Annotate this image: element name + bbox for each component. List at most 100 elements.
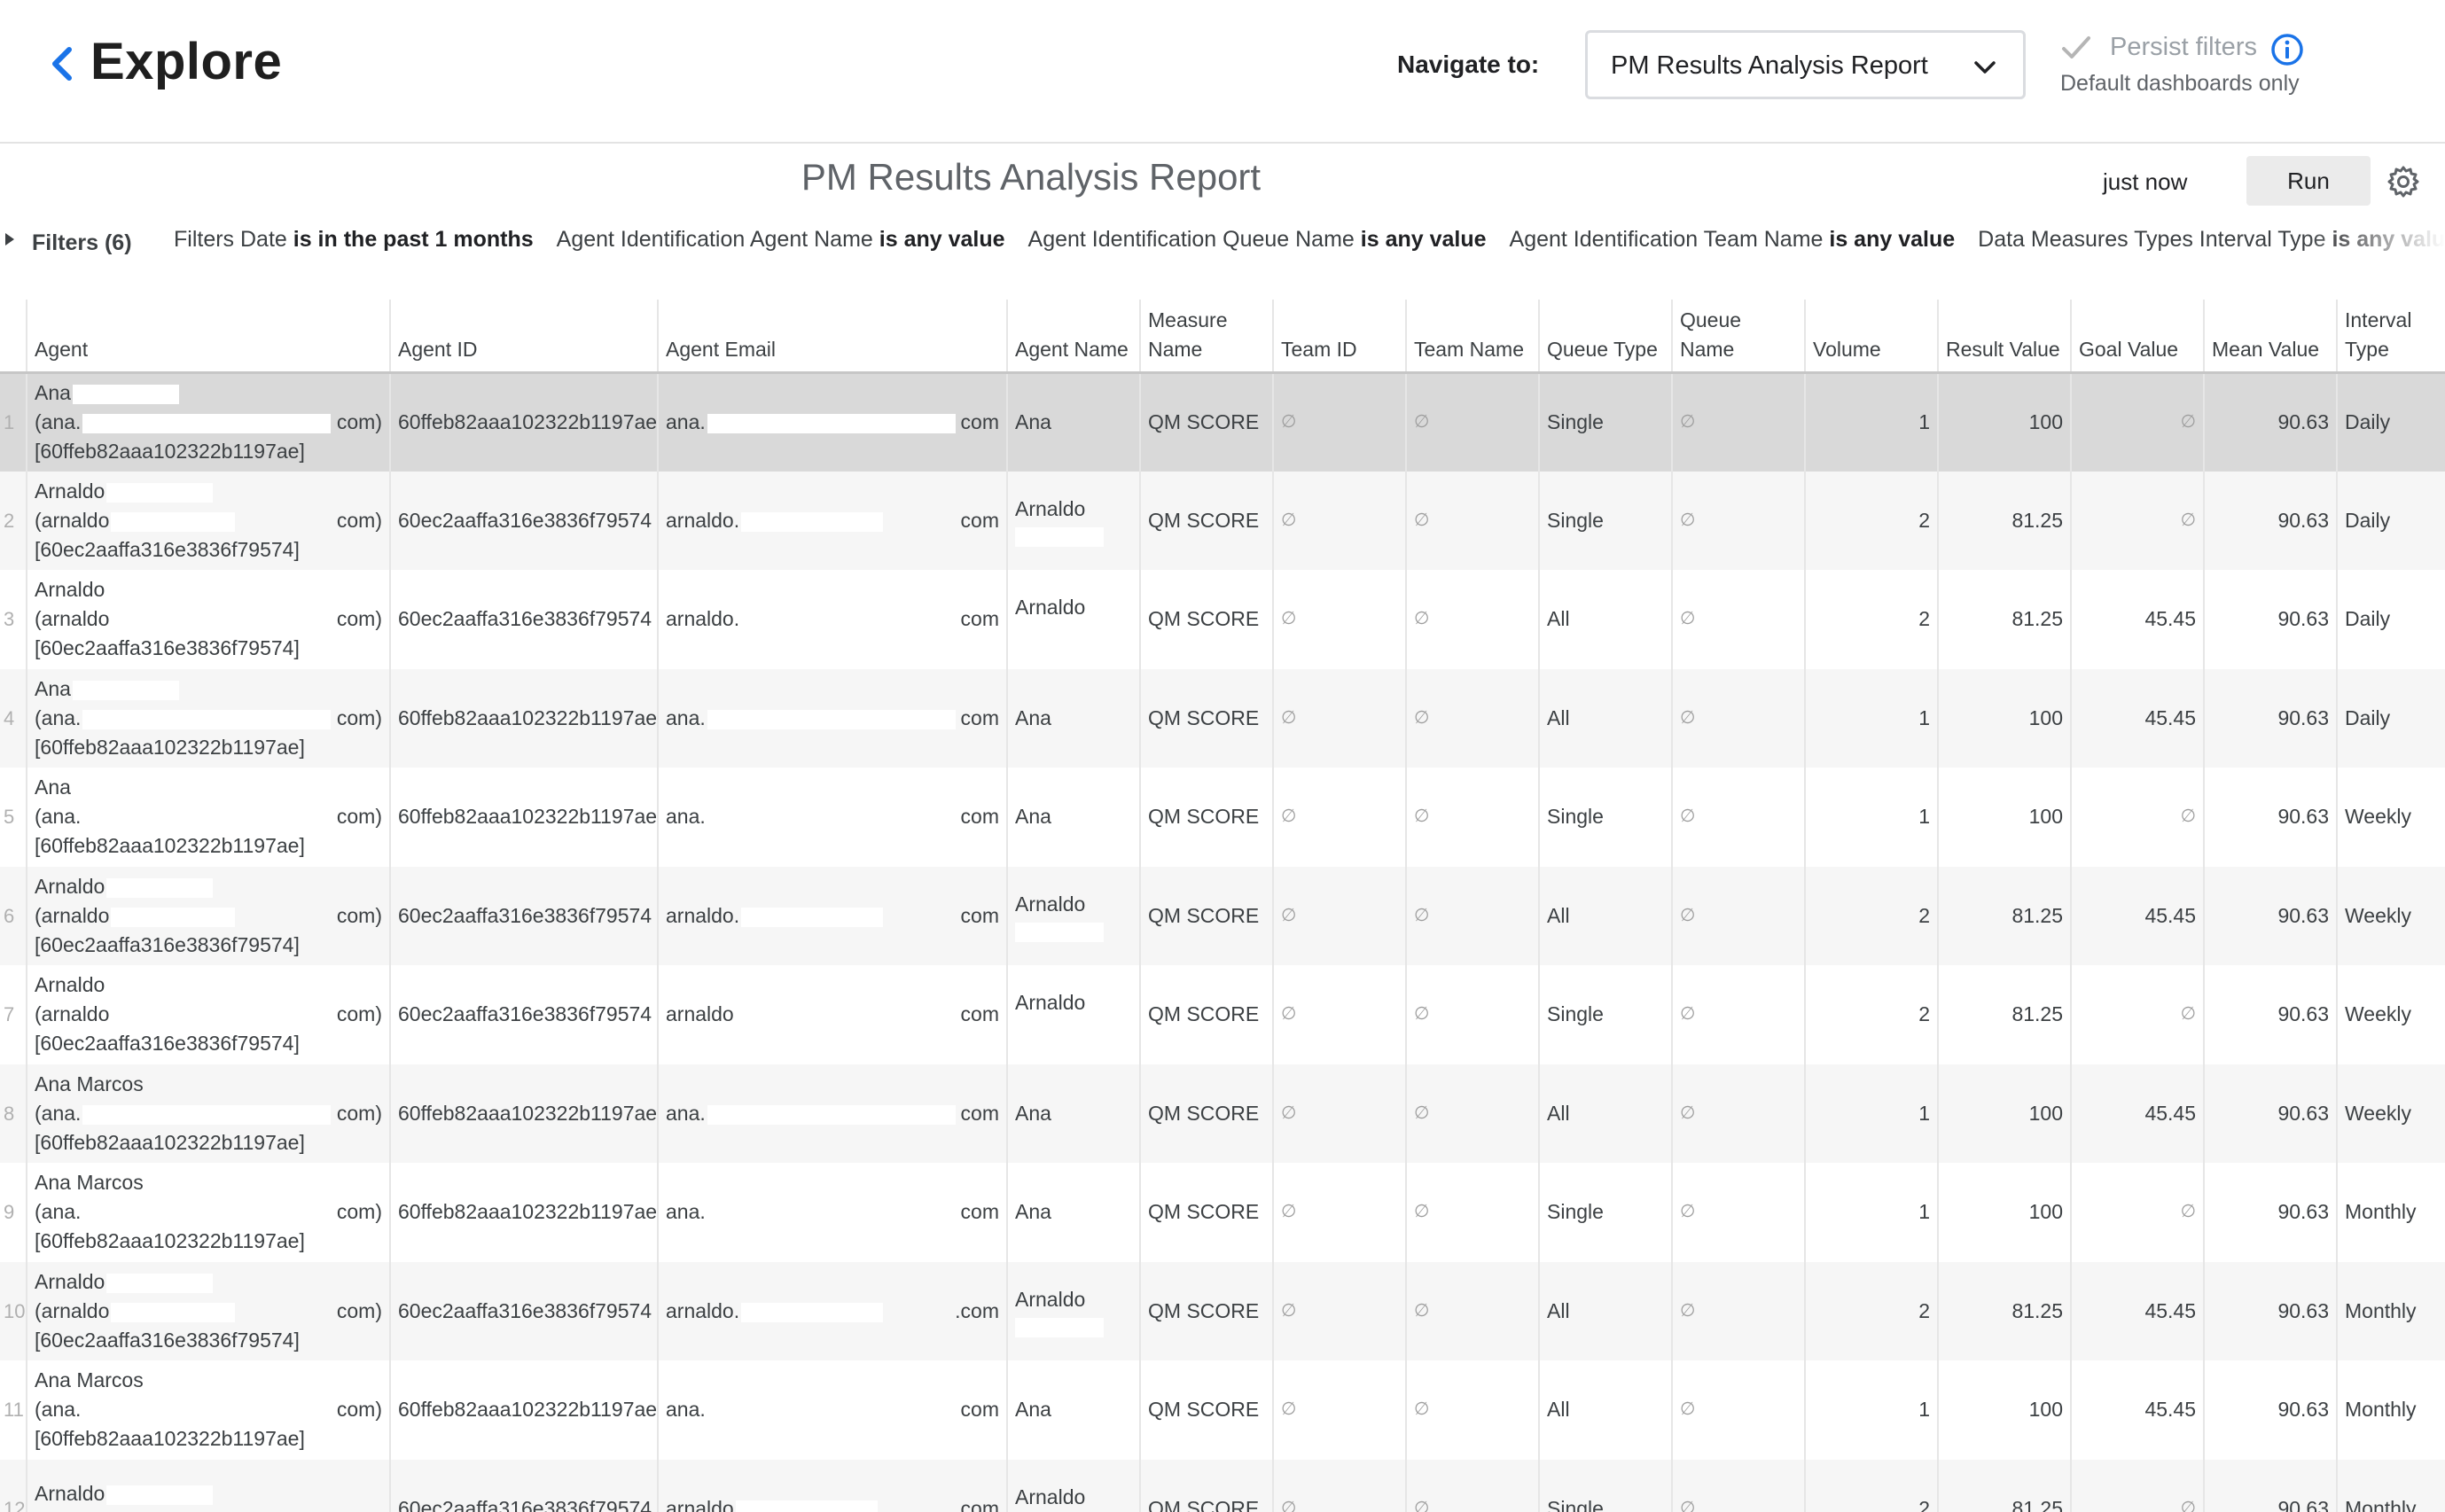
table-row[interactable]: 2 Arnaldo (arnaldo com) [60ec2aaffa316e3836f…: [0, 471, 2445, 570]
null-value-cell: ∅: [1671, 768, 1805, 867]
column-header[interactable]: Mean Value: [2203, 300, 2337, 374]
agent-name-cell: Ana: [1006, 372, 1140, 472]
table-row[interactable]: 5 Ana (ana. com) [60ffeb82aaa102322b1197ae] 6…: [0, 768, 2445, 867]
agent-name-cell: Arnaldo: [1006, 570, 1140, 669]
agent-email-domain: com: [960, 1002, 999, 1026]
column-header[interactable]: Agent Name: [1006, 300, 1140, 374]
mean-value-cell: 90.63: [2203, 1064, 2337, 1163]
checkmark-icon[interactable]: [2058, 30, 2094, 66]
null-value-cell: ∅: [1405, 1360, 1539, 1460]
null-value-cell: ∅: [1671, 1261, 1805, 1360]
queue-type-cell: Single: [1538, 471, 1672, 570]
agent-email-cell: ana. com: [657, 768, 1007, 867]
filter-chip[interactable]: Agent Identification Queue Name is any v…: [1028, 227, 1487, 253]
column-header[interactable]: Measure Name: [1139, 300, 1273, 374]
agent-cell: Ana Marcos (ana. com) [60ffeb82aaa102322b11…: [26, 1360, 390, 1460]
table-row[interactable]: 4 Ana (ana. com) [60ffeb82aaa102322b1197ae] 6…: [0, 668, 2445, 768]
redaction-mask: [735, 1006, 878, 1026]
table-row[interactable]: 6 Arnaldo (arnaldo com) [60ec2aaffa316e3836f…: [0, 866, 2445, 965]
mean-value-cell: 90.63: [2203, 471, 2337, 570]
filter-operator: is any value: [1829, 227, 1956, 252]
column-header[interactable]: Team Name: [1405, 300, 1539, 374]
agent-email-line: (ana. com): [35, 1395, 382, 1424]
column-header[interactable]: Agent ID: [389, 300, 658, 374]
row-number: 8: [0, 1064, 27, 1163]
column-header[interactable]: Agent Email: [657, 300, 1007, 374]
volume-cell: 1: [1804, 768, 1938, 867]
filter-chip[interactable]: Agent Identification Team Name is any va…: [1510, 227, 1956, 253]
agent-id-line: [60ec2aaffa316e3836f79574]: [35, 1328, 300, 1352]
agent-email-domain: com: [960, 508, 999, 532]
mean-value-cell: 90.63: [2203, 372, 2337, 472]
column-header[interactable]: Goal Value: [2070, 300, 2204, 374]
back-arrow-icon[interactable]: [44, 39, 80, 89]
column-header[interactable]: Result Value: [1937, 300, 2071, 374]
agent-id-cell: 60ec2aaffa316e3836f79574: [389, 965, 658, 1064]
redaction-mask: [111, 511, 236, 532]
null-value-cell: ∅: [1405, 668, 1539, 768]
agent-email-suffix: com): [336, 805, 382, 829]
agent-email-user: arnaldo.: [666, 508, 740, 532]
redaction-mask: [741, 1302, 884, 1322]
agent-name-text: Ana: [1015, 1101, 1051, 1125]
redaction-mask: [741, 511, 884, 532]
table-row[interactable]: 3 Arnaldo (arnaldo com) [60ec2aaffa316e3836f…: [0, 570, 2445, 669]
agent-display-name-text: Ana Marcos: [35, 1368, 144, 1392]
agent-email-prefix: (ana.: [35, 410, 82, 433]
queue-type-cell: All: [1538, 1360, 1672, 1460]
filter-chip[interactable]: Data Measures Types Interval Type is any…: [1978, 227, 2445, 253]
result-value-cell: 81.25: [1937, 1261, 2071, 1360]
gear-icon[interactable]: [2386, 165, 2420, 199]
agent-email-cell: ana. com: [657, 1163, 1007, 1262]
chevron-down-icon: [1974, 61, 1996, 74]
results-table-container[interactable]: Agent Agent ID Agent Email Agent Name Measur…: [0, 300, 2445, 1512]
null-value-cell: ∅: [1671, 965, 1805, 1064]
result-value-cell: 100: [1937, 1064, 2071, 1163]
column-header[interactable]: Volume: [1804, 300, 1938, 374]
interval-type-cell: Daily: [2336, 570, 2445, 669]
measure-name-cell: QM SCORE: [1139, 570, 1273, 669]
volume-cell: 1: [1804, 1360, 1938, 1460]
mean-value-cell: 90.63: [2203, 668, 2337, 768]
table-row[interactable]: 12 Arnaldo (arnaldocom) 60ec2aaffa316e3836f…: [0, 1459, 2445, 1512]
table-row[interactable]: 9 Ana Marcos (ana. com) [60ffeb82aaa102322b1…: [0, 1163, 2445, 1262]
table-row[interactable]: 10 Arnaldo (arnaldo com) [60ec2aaffa316e3836…: [0, 1261, 2445, 1360]
column-header[interactable]: Queue Name: [1671, 300, 1805, 374]
filter-chip[interactable]: Filters Date is in the past 1 months: [174, 227, 534, 253]
filter-operator: is in the past 1 months: [293, 227, 534, 252]
result-value-cell: 100: [1937, 1163, 2071, 1262]
table-row[interactable]: 7 Arnaldo (arnaldo com) [60ec2aaffa316e3836f…: [0, 965, 2445, 1064]
agent-display-name: Arnaldo: [35, 1479, 382, 1508]
filter-chip[interactable]: Agent Identification Agent Name is any v…: [557, 227, 1005, 253]
table-row[interactable]: 11 Ana Marcos (ana. com) [60ffeb82aaa102322b…: [0, 1360, 2445, 1460]
redaction-mask: [106, 482, 214, 503]
results-table: Agent Agent ID Agent Email Agent Name Measur…: [0, 300, 2445, 1512]
row-number-header: [0, 300, 27, 374]
agent-display-name: Ana Marcos: [35, 1168, 382, 1197]
null-value-cell: ∅: [1272, 570, 1406, 669]
column-header[interactable]: Team ID: [1272, 300, 1406, 374]
column-header[interactable]: Interval Type: [2336, 300, 2445, 374]
table-row[interactable]: 1 Ana (ana. com) [60ffeb82aaa102322b1197ae] 6…: [0, 372, 2445, 472]
agent-id-line: [60ffeb82aaa102322b1197ae]: [35, 440, 305, 463]
table-row[interactable]: 8 Ana Marcos (ana. com) [60ffeb82aaa102322b1…: [0, 1064, 2445, 1163]
mean-value-cell: 90.63: [2203, 965, 2337, 1064]
null-value-cell: ∅: [1671, 668, 1805, 768]
run-button[interactable]: Run: [2246, 156, 2371, 206]
filter-operator: is any value: [1360, 227, 1487, 252]
caret-right-icon: [5, 233, 14, 246]
null-value-cell: ∅: [1405, 570, 1539, 669]
null-value-cell: ∅: [1671, 570, 1805, 669]
volume-cell: 2: [1804, 471, 1938, 570]
info-icon[interactable]: [2269, 32, 2305, 67]
null-value-cell: ∅: [1272, 1163, 1406, 1262]
column-header[interactable]: Agent: [26, 300, 390, 374]
volume-cell: 2: [1804, 1261, 1938, 1360]
agent-name-text: Ana: [1015, 1200, 1051, 1224]
null-value-cell: ∅: [1671, 1163, 1805, 1262]
navigate-to-dropdown[interactable]: PM Results Analysis Report: [1585, 30, 2026, 99]
redaction-mask: [106, 1273, 214, 1293]
queue-type-cell: Single: [1538, 1459, 1672, 1512]
result-value-cell: 100: [1937, 372, 2071, 472]
column-header[interactable]: Queue Type: [1538, 300, 1672, 374]
